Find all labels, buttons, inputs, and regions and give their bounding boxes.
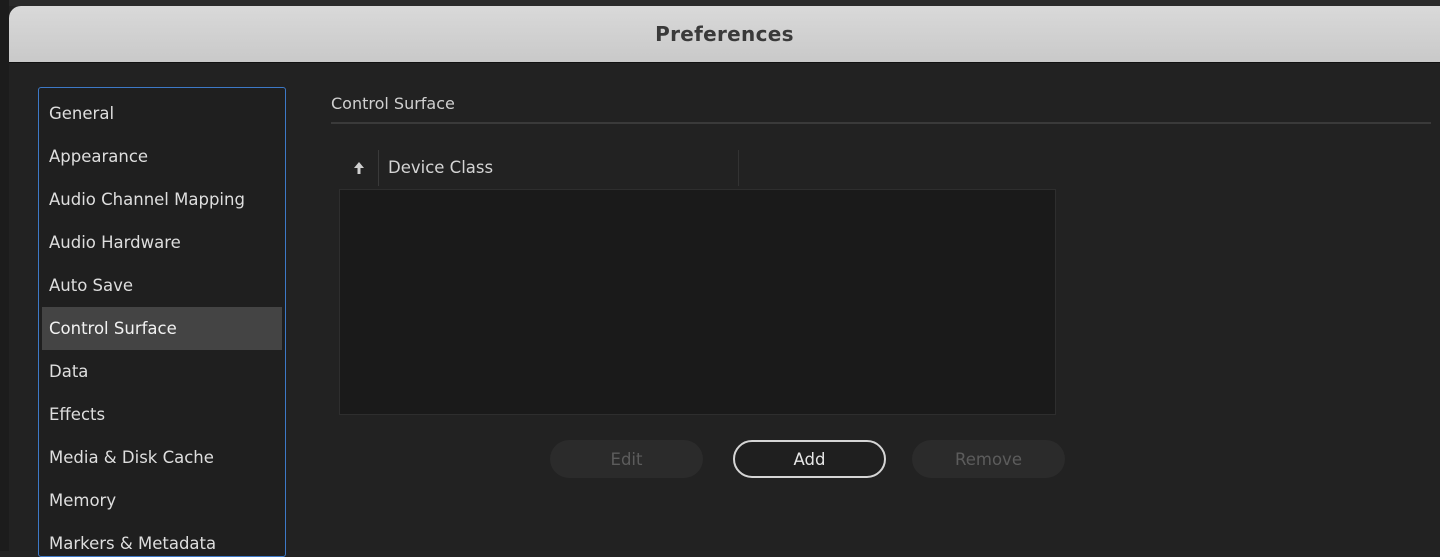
sidebar-item-control-surface[interactable]: Control Surface: [42, 307, 282, 350]
sidebar-item-markers-metadata[interactable]: Markers & Metadata: [42, 522, 282, 556]
sidebar-item-data[interactable]: Data: [42, 350, 282, 393]
arrow-up-icon[interactable]: [339, 150, 379, 186]
sidebar-item-auto-save[interactable]: Auto Save: [42, 264, 282, 307]
sidebar-item-appearance[interactable]: Appearance: [42, 135, 282, 178]
device-table-header: Device Class: [339, 150, 739, 186]
column-header-device-class[interactable]: Device Class: [379, 150, 739, 186]
backdrop-left-edge: [0, 0, 9, 551]
section-divider: [331, 122, 1431, 124]
window-titlebar[interactable]: Preferences: [9, 6, 1440, 63]
section-title: Control Surface: [331, 94, 455, 113]
sidebar-item-general[interactable]: General: [42, 92, 282, 135]
arrow-up-glyph: [353, 162, 364, 174]
edit-button[interactable]: Edit: [550, 440, 703, 478]
preferences-category-list[interactable]: General Appearance Audio Channel Mapping…: [38, 87, 286, 557]
sidebar-item-audio-hardware[interactable]: Audio Hardware: [42, 221, 282, 264]
add-button[interactable]: Add: [733, 440, 886, 478]
sidebar-item-media-disk-cache[interactable]: Media & Disk Cache: [42, 436, 282, 479]
remove-button[interactable]: Remove: [912, 440, 1065, 478]
window-title: Preferences: [655, 22, 794, 46]
sidebar-item-audio-channel-mapping[interactable]: Audio Channel Mapping: [42, 178, 282, 221]
sidebar-item-effects[interactable]: Effects: [42, 393, 282, 436]
device-list[interactable]: [339, 189, 1056, 415]
sidebar-item-memory[interactable]: Memory: [42, 479, 282, 522]
